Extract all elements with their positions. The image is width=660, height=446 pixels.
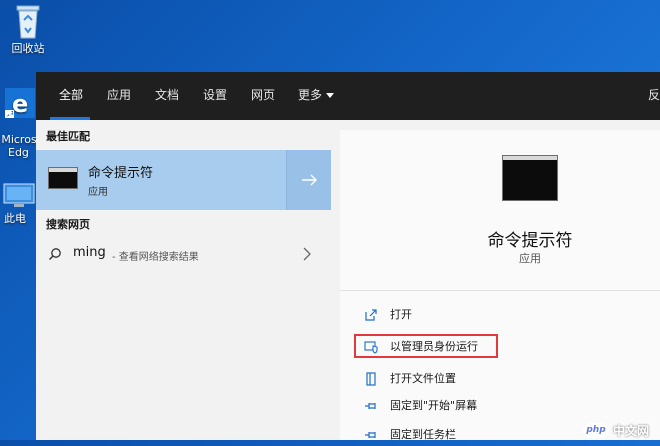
watermark-text: 中文网 — [613, 424, 650, 438]
best-match-subtitle: 应用 — [88, 187, 108, 198]
watermark-badge: php — [583, 423, 609, 438]
web-query: ming — [73, 245, 106, 260]
detail-subtitle: 应用 — [519, 252, 541, 265]
tab-documents[interactable]: 文档 — [155, 72, 179, 120]
web-search-header: 搜索网页 — [46, 218, 90, 231]
tab-web[interactable]: 网页 — [251, 72, 275, 120]
arrow-right-icon — [302, 174, 317, 186]
best-match-header: 最佳匹配 — [46, 130, 90, 143]
recycle-bin-icon — [16, 5, 40, 39]
edge-label-2: Edg — [8, 146, 29, 159]
svg-text:e: e — [12, 90, 28, 118]
results-pane: 最佳匹配 命令提示符 应用 搜索网页 ming - 查看网络搜索结果 — [36, 120, 331, 440]
cmd-large-icon — [502, 155, 558, 201]
start-search-panel: 全部 应用 文档 设置 网页 更多 反 最佳匹配 命令提示符 应用 搜索网页 m… — [36, 72, 660, 441]
highlight-box — [354, 334, 498, 358]
best-match-title: 命令提示符 — [88, 166, 154, 181]
this-pc[interactable]: 此电 — [0, 180, 38, 226]
pin-icon — [365, 403, 376, 409]
detail-title: 命令提示符 — [487, 231, 573, 251]
search-icon — [49, 248, 61, 260]
detail-pane: 命令提示符 应用 打开 以管理员身份运行 打开文件位置 固定到"开始"屏幕 固定… — [340, 130, 660, 441]
watermark: php 中文网 — [583, 421, 659, 440]
tab-apps[interactable]: 应用 — [107, 72, 131, 120]
edge-icon: e — [5, 88, 35, 118]
folder-icon — [366, 372, 376, 386]
recycle-bin-label: 回收站 — [11, 42, 45, 55]
best-match-result[interactable]: 命令提示符 应用 — [36, 150, 331, 210]
web-search-result[interactable]: ming - 查看网络搜索结果 — [36, 240, 330, 268]
open-icon — [365, 309, 377, 321]
web-query-suffix: - 查看网络搜索结果 — [112, 252, 199, 263]
feedback-link[interactable]: 反 — [648, 72, 660, 120]
chevron-down-icon — [326, 93, 335, 98]
tab-settings[interactable]: 设置 — [203, 72, 227, 120]
tab-all[interactable]: 全部 — [59, 72, 83, 120]
cmd-icon — [48, 167, 78, 189]
computer-icon — [3, 183, 35, 207]
edge-label-1: Micros — [1, 133, 37, 146]
tab-more[interactable]: 更多 — [298, 72, 335, 120]
search-tab-bar: 全部 应用 文档 设置 网页 更多 反 — [36, 72, 660, 120]
this-pc-label: 此电 — [4, 212, 26, 225]
edge-shortcut[interactable]: e Micros Edg — [0, 88, 38, 159]
chevron-right-icon — [303, 247, 311, 261]
detail-divider — [340, 290, 660, 291]
open-detail-button[interactable] — [286, 150, 331, 210]
recycle-bin[interactable]: 回收站 — [4, 2, 52, 56]
